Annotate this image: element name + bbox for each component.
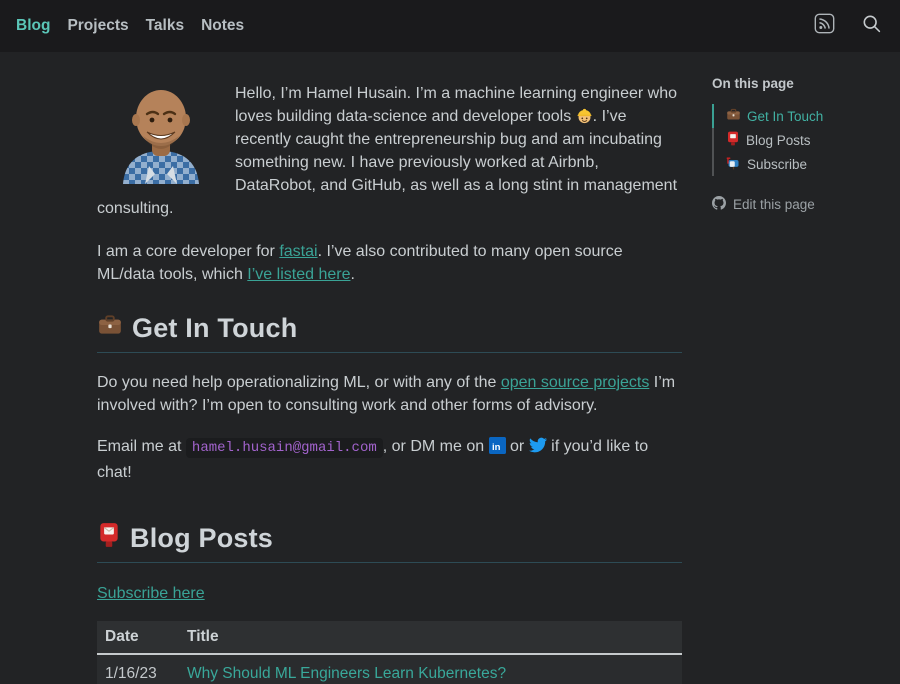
on-this-page-sidebar: On this page Get In Touch Blog Posts Sub… bbox=[712, 76, 892, 213]
postbox-emoji bbox=[97, 522, 121, 555]
postbox-emoji bbox=[726, 131, 740, 149]
heading-divider-2 bbox=[97, 562, 682, 563]
heading-divider bbox=[97, 352, 682, 353]
toc-label: Subscribe bbox=[747, 157, 807, 172]
blog-posts-table: Date Title 1/16/23 Why Should ML Enginee… bbox=[97, 621, 682, 684]
get-in-touch-section: Get In Touch Do you need help operationa… bbox=[97, 312, 682, 484]
twitter-link[interactable] bbox=[529, 436, 547, 461]
email-text-1: Email me at bbox=[97, 438, 186, 455]
toc-item-subscribe[interactable]: Subscribe bbox=[712, 152, 892, 176]
nav-item-talks[interactable]: Talks bbox=[146, 17, 185, 35]
intro-block: Hello, I’m Hamel Husain. I’m a machine l… bbox=[97, 82, 682, 220]
subscribe-here-link[interactable]: Subscribe here bbox=[97, 585, 205, 603]
get-in-touch-title: Get In Touch bbox=[132, 313, 297, 344]
open-source-projects-link[interactable]: open source projects bbox=[501, 374, 650, 391]
briefcase-emoji bbox=[726, 107, 741, 125]
github-icon bbox=[712, 196, 726, 213]
title-column-header: Title bbox=[175, 621, 682, 654]
mailbox-emoji bbox=[726, 155, 741, 173]
table-header-row: Date Title bbox=[97, 621, 682, 654]
construction-worker-emoji bbox=[576, 105, 593, 128]
toc-list: Get In Touch Blog Posts Subscribe bbox=[712, 104, 892, 176]
post-date: 1/16/23 bbox=[97, 654, 175, 684]
p2-text-3: . bbox=[350, 266, 354, 283]
post-title-cell: Why Should ML Engineers Learn Kubernetes… bbox=[175, 654, 682, 684]
git-text-1: Do you need help operationalizing ML, or… bbox=[97, 374, 501, 391]
p2-text-1: I am a core developer for bbox=[97, 243, 279, 260]
fastai-link[interactable]: fastai bbox=[279, 243, 317, 260]
toc-label: Get In Touch bbox=[747, 109, 823, 124]
linkedin-icon: in bbox=[489, 441, 506, 458]
email-address: hamel.husain@gmail.com bbox=[186, 438, 383, 458]
svg-text:in: in bbox=[492, 442, 501, 453]
email-text-2: , or DM me on bbox=[383, 438, 489, 455]
profile-photo bbox=[105, 84, 217, 184]
post-link-kubernetes[interactable]: Why Should ML Engineers Learn Kubernetes… bbox=[187, 665, 506, 682]
toc-label: Blog Posts bbox=[746, 133, 811, 148]
top-navbar: Blog Projects Talks Notes bbox=[0, 0, 900, 52]
rss-icon bbox=[814, 13, 835, 39]
blog-posts-title: Blog Posts bbox=[130, 523, 273, 554]
nav-item-blog[interactable]: Blog bbox=[16, 17, 50, 35]
toc-item-blog-posts[interactable]: Blog Posts bbox=[712, 128, 892, 152]
get-in-touch-heading: Get In Touch bbox=[97, 312, 682, 345]
toc-item-get-in-touch[interactable]: Get In Touch bbox=[712, 104, 892, 128]
email-paragraph: Email me at hamel.husain@gmail.com, or D… bbox=[97, 435, 682, 484]
twitter-icon bbox=[529, 441, 547, 458]
core-developer-paragraph: I am a core developer for fastai. I’ve a… bbox=[97, 240, 682, 286]
nav-item-notes[interactable]: Notes bbox=[201, 17, 244, 35]
nav-item-projects[interactable]: Projects bbox=[67, 17, 128, 35]
email-text-3: or bbox=[506, 438, 529, 455]
linkedin-link[interactable]: in bbox=[489, 437, 506, 461]
listed-here-link[interactable]: I’ve listed here bbox=[247, 266, 350, 283]
date-column-header: Date bbox=[97, 621, 175, 654]
consulting-paragraph: Do you need help operationalizing ML, or… bbox=[97, 371, 682, 417]
main-content: Hello, I’m Hamel Husain. I’m a machine l… bbox=[97, 52, 682, 684]
search-icon bbox=[861, 13, 882, 39]
toc-title: On this page bbox=[712, 76, 892, 91]
blog-posts-section: Blog Posts Subscribe here Date Title 1/1… bbox=[97, 522, 682, 684]
briefcase-emoji bbox=[97, 312, 123, 345]
edit-this-page-link[interactable]: Edit this page bbox=[712, 196, 892, 213]
blog-posts-heading: Blog Posts bbox=[97, 522, 682, 555]
rss-button[interactable] bbox=[814, 13, 835, 39]
table-row: 1/16/23 Why Should ML Engineers Learn Ku… bbox=[97, 654, 682, 684]
search-button[interactable] bbox=[861, 13, 882, 39]
edit-this-page-label: Edit this page bbox=[733, 197, 815, 212]
